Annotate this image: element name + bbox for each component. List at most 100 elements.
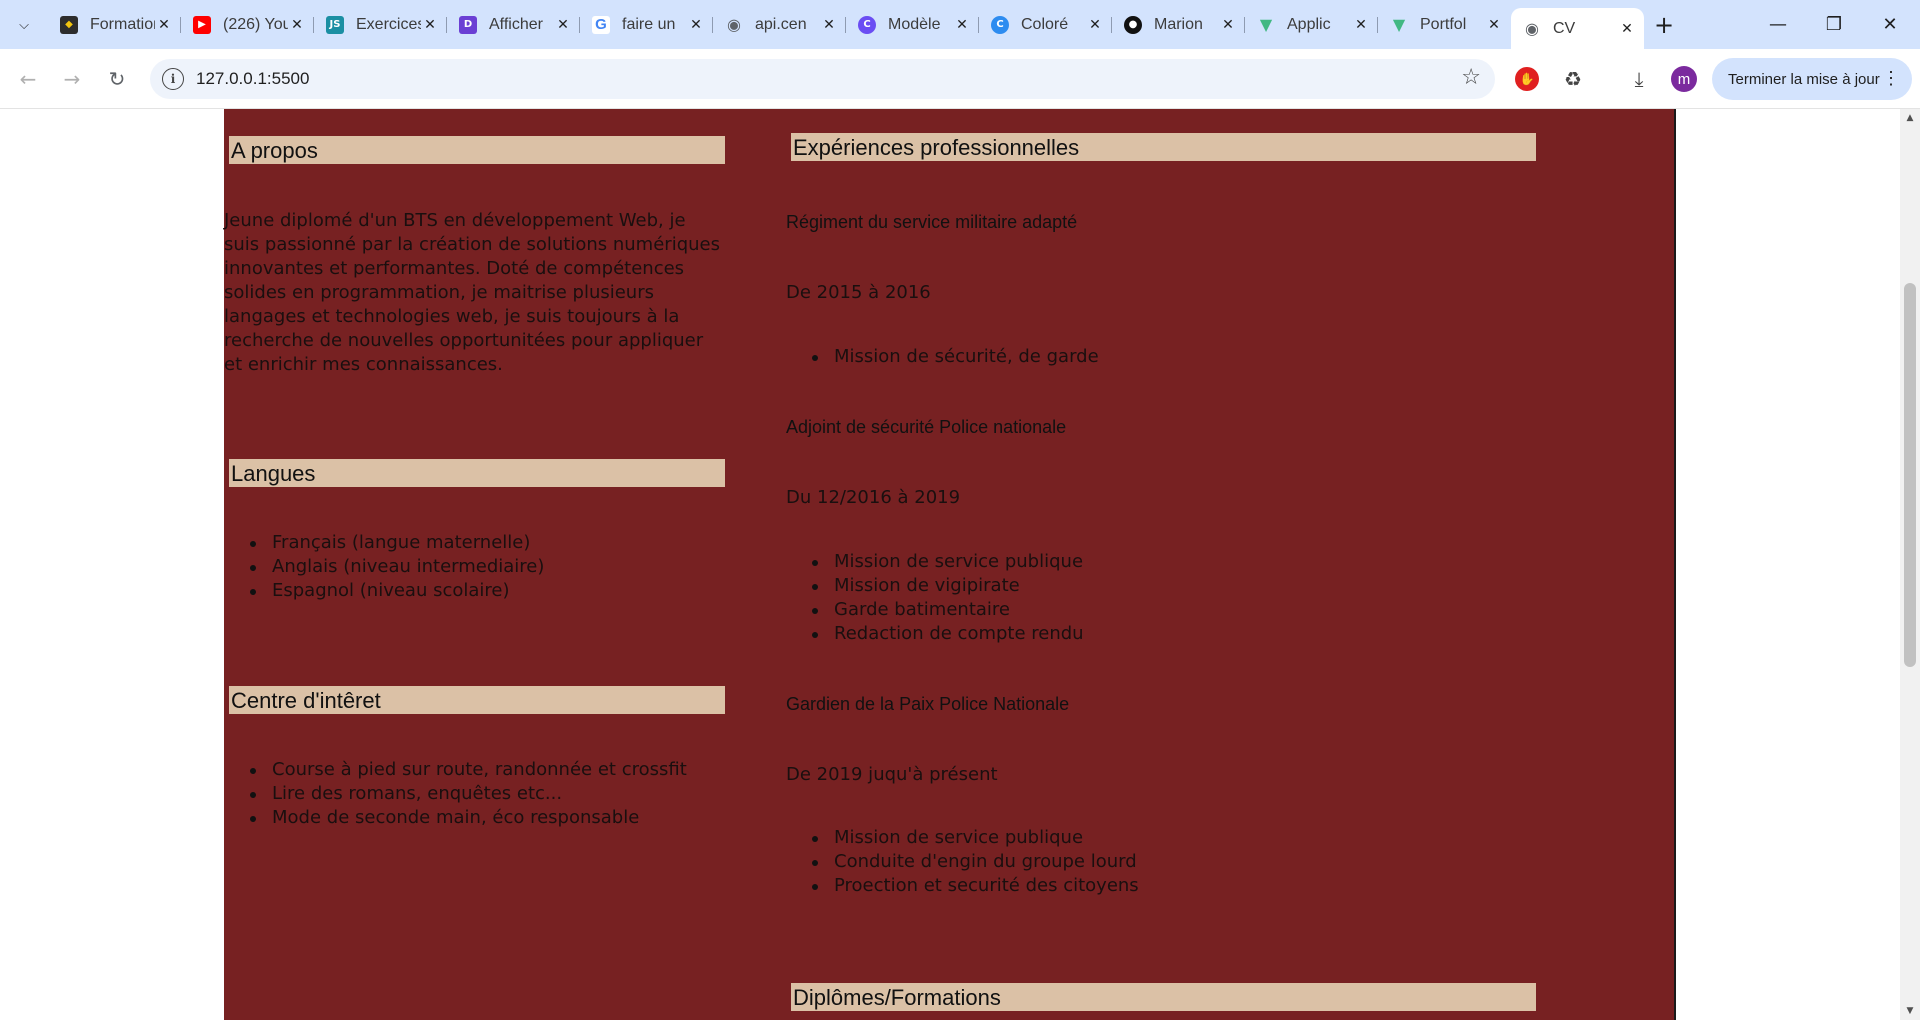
tab-title: (226) YouTube [223,15,288,33]
vue-icon: ▼ [1392,15,1406,34]
close-icon[interactable]: ✕ [953,16,971,34]
list-item: Français (langue maternelle) [224,531,724,555]
scrollbar-thumb[interactable] [1904,283,1916,667]
github-icon: ● [1124,15,1142,34]
list-item: Mission de vigipirate [786,574,1386,598]
languages-list: Français (langue maternelle) Anglais (ni… [224,531,724,603]
close-icon[interactable]: ✕ [155,16,173,34]
more-menu-icon[interactable]: ⋮ [1882,68,1900,89]
interests-heading: Centre d'intêret [229,686,725,714]
close-window-icon[interactable]: ✕ [1862,0,1918,49]
globe-icon: ◉ [1525,19,1539,38]
tab-exercices[interactable]: JS Exercices ✕ [314,8,447,41]
list-item: Mission de service publique [786,826,1386,850]
tab-api[interactable]: ◉ api.cen ✕ [713,8,846,41]
forward-arrow-icon[interactable]: → [56,63,88,95]
job-dates: Du 12/2016 à 2019 [786,487,961,508]
shield-book-icon: ◆ [60,15,78,34]
job-dates: De 2019 juqu'à présent [786,764,998,785]
tab-title: faire un [622,15,676,33]
list-item: Mode de seconde main, éco responsable [224,806,724,830]
extension-shield-icon[interactable]: ✋ [1512,64,1542,94]
back-arrow-icon[interactable]: ← [12,63,44,95]
browser-toolbar: ← → ↻ i 127.0.0.1:5500 ☆ ✋ ♻ ⤓ [0,49,1920,109]
list-item: Proection et securité des citoyens [786,874,1386,898]
update-button-label: Terminer la mise à jour [1728,70,1880,88]
close-icon[interactable]: ✕ [288,16,306,34]
job-dates: De 2015 à 2016 [786,282,931,303]
job-title: Régiment du service militaire adapté [786,212,1078,232]
close-icon[interactable]: ✕ [687,16,705,34]
reload-icon[interactable]: ↻ [101,63,133,95]
cv-container: A propos Jeune diplomé d'un BTS en dével… [224,109,1676,1020]
download-icon[interactable]: ⤓ [1624,64,1654,94]
scroll-up-arrow-icon[interactable]: ▲ [1900,109,1920,127]
job-title: Adjoint de sécurité Police nationale [786,417,1067,437]
tab-title: Marion [1154,15,1203,33]
tab-title: api.cen [755,15,807,33]
tab-google-search[interactable]: G faire un ✕ [580,8,713,41]
tab-title: Exercices [356,15,421,33]
tab-colore[interactable]: C Coloré ✕ [979,8,1112,41]
tab-formation[interactable]: ◆ Formation ✕ [48,8,181,41]
job-title: Gardien de la Paix Police Nationale [786,694,1070,714]
google-icon: G [592,15,610,34]
interests-list: Course à pied sur route, randonnée et cr… [224,758,724,830]
tab-github[interactable]: ● Marion ✕ [1112,8,1245,41]
js-icon: JS [326,15,344,34]
about-heading: A propos [229,136,725,164]
list-item: Redaction de compte rendu [786,622,1386,646]
close-icon[interactable]: ✕ [1352,16,1370,34]
app-icon: D [459,15,477,34]
tab-modele[interactable]: C Modèle ✕ [846,8,979,41]
close-icon[interactable]: ✕ [1219,16,1237,34]
tab-title: Formation [90,15,155,33]
extensions-puzzle-icon[interactable]: ♻ [1558,64,1588,94]
bookmark-star-icon[interactable]: ☆ [1461,65,1481,90]
profile-avatar[interactable]: m [1671,66,1697,92]
tab-youtube[interactable]: ▶ (226) YouTube ✕ [181,8,314,41]
url-text[interactable]: 127.0.0.1:5500 [196,69,309,89]
scroll-down-arrow-icon[interactable]: ▼ [1900,1002,1920,1020]
list-item: Garde batimentaire [786,598,1386,622]
tab-search-chevron-icon[interactable]: ⌵ [10,11,38,39]
tab-cv[interactable]: ◉ CV ✕ [1511,8,1644,49]
languages-heading: Langues [229,459,725,487]
education-heading: Diplômes/Formations [791,983,1536,1011]
tab-title: Coloré [1021,15,1069,33]
close-icon[interactable]: ✕ [820,16,838,34]
tab-title: Modèle [888,15,941,33]
site-info-icon[interactable]: i [162,68,184,90]
minimize-icon[interactable]: — [1750,0,1806,49]
job-missions: Mission de service publique Conduite d'e… [786,826,1386,898]
restore-icon[interactable]: ❐ [1806,0,1862,49]
close-icon[interactable]: ✕ [421,16,439,34]
list-item: Mission de sécurité, de garde [786,345,1386,369]
page-scrollbar[interactable]: ▲ ▼ [1900,109,1920,1020]
close-icon[interactable]: ✕ [1086,16,1104,34]
address-bar[interactable]: i 127.0.0.1:5500 ☆ [150,59,1495,99]
canva-icon: C [991,15,1009,34]
vue-icon: ▼ [1259,15,1273,34]
tab-applic[interactable]: ▼ Applic ✕ [1245,8,1378,41]
globe-icon: ◉ [727,15,741,34]
youtube-icon: ▶ [193,15,211,34]
job-missions: Mission de service publique Mission de v… [786,550,1386,646]
close-icon[interactable]: ✕ [1485,16,1503,34]
update-button[interactable]: Terminer la mise à jour ⋮ [1712,58,1912,100]
tab-title: Afficher [489,15,543,33]
tab-portfolio[interactable]: ▼ Portfol ✕ [1378,8,1511,41]
list-item: Course à pied sur route, randonnée et cr… [224,758,724,782]
tab-title: Applic [1287,15,1331,33]
new-tab-button[interactable]: + [1650,11,1678,39]
experience-heading: Expériences professionnelles [791,133,1536,161]
list-item: Conduite d'engin du groupe lourd [786,850,1386,874]
job-missions: Mission de sécurité, de garde [786,345,1386,369]
close-icon[interactable]: ✕ [1618,20,1636,38]
tab-title: CV [1553,19,1576,37]
tab-afficher[interactable]: D Afficher ✕ [447,8,580,41]
page-viewport: A propos Jeune diplomé d'un BTS en dével… [0,109,1900,1020]
list-item: Lire des romans, enquêtes etc... [224,782,724,806]
close-icon[interactable]: ✕ [554,16,572,34]
list-item: Mission de service publique [786,550,1386,574]
